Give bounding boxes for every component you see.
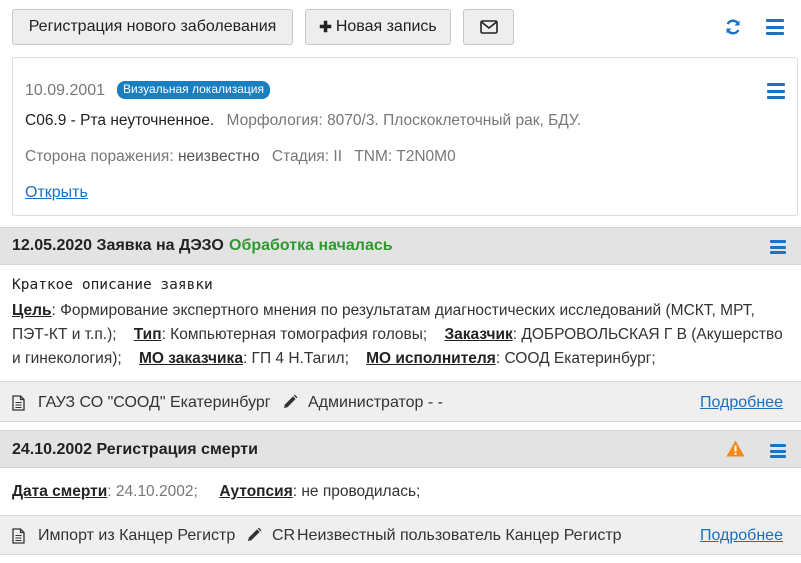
localization-badge: Визуальная локализация (117, 81, 270, 99)
request-summary-heading: Краткое описание заявки (12, 277, 213, 293)
type-value: : Компьютерная томография головы; (161, 326, 428, 343)
pencil-icon (282, 394, 298, 415)
mo-executor-label: МО исполнителя (366, 350, 496, 367)
request-status: Обработка началась (229, 237, 393, 254)
death-details-link[interactable]: Подробнее (700, 527, 783, 545)
request-author: Администратор - - (308, 394, 443, 411)
death-body: Дата смерти: 24.10.2002; Аутопсия: не пр… (0, 468, 801, 516)
mo-customer-label: МО заказчика (138, 350, 243, 367)
type-label: Тип (133, 326, 162, 343)
stage-label: Стадия: (271, 148, 330, 165)
death-details: Дата смерти: 24.10.2002; Аутопсия: не пр… (12, 480, 792, 504)
death-date-label: Дата смерти (12, 483, 108, 500)
diagnosis-date: 10.09.2001 (25, 82, 106, 99)
tnm-label: TNM: (354, 148, 393, 165)
email-button[interactable] (463, 9, 514, 45)
morphology-code: 8070/3. (327, 112, 379, 129)
request-footer: ГАУЗ СО "СООД" Екатеринбург Администрато… (0, 381, 801, 422)
death-menu-icon[interactable] (770, 444, 786, 458)
death-author: Неизвестный пользователь Канцер Регистр (297, 527, 622, 544)
pencil-icon (246, 527, 262, 548)
document-icon (12, 528, 25, 549)
request-org: ГАУЗ СО "СООД" Екатеринбург (38, 394, 271, 411)
staging-line: Сторона поражения: неизвестно Стадия: II… (25, 148, 456, 166)
side-value: неизвестно (177, 148, 260, 165)
goal-label: Цель (12, 302, 52, 319)
request-menu-icon[interactable] (770, 240, 786, 254)
warning-icon (726, 440, 745, 462)
document-icon (12, 395, 25, 416)
request-body: Краткое описание заявки Цель: Формирован… (0, 265, 801, 381)
side-label: Сторона поражения: (25, 148, 174, 165)
autopsy-label: Аутопсия (219, 483, 293, 500)
death-source: Импорт из Канцер Регистр (38, 527, 236, 544)
death-footer: Импорт из Канцер Регистр CR Неизвестный … (0, 515, 801, 555)
request-header: 12.05.2020 Заявка на ДЭЗО Обработка нача… (0, 227, 801, 265)
plus-icon: ✚ (319, 19, 332, 36)
register-disease-button[interactable]: Регистрация нового заболевания (12, 9, 293, 45)
mo-executor-value: : СООД Екатеринбург; (495, 350, 656, 367)
toolbar: Регистрация нового заболевания ✚ Новая з… (0, 0, 801, 52)
death-author-prefix: CR (272, 527, 296, 544)
death-date-value: : 24.10.2002; (107, 483, 198, 500)
bottom-spacer (0, 555, 801, 563)
request-details: Цель: Формирование экспертного мнения по… (12, 299, 792, 371)
diagnosis-code: C06.9 - Рта неуточненное. (25, 112, 215, 129)
stage-value: II (333, 148, 343, 165)
morphology-desc: Плоскоклеточный рак, БДУ. (383, 112, 582, 129)
new-record-label: Новая запись (335, 18, 437, 35)
tnm-value: T2N0M0 (396, 148, 456, 165)
diagnosis-line: C06.9 - Рта неуточненное. Морфология: 80… (25, 112, 581, 130)
death-header: 24.10.2002 Регистрация смерти (0, 430, 801, 468)
morphology-label: Морфология: (226, 112, 323, 129)
request-title: 12.05.2020 Заявка на ДЭЗО (12, 237, 224, 254)
diagnosis-menu-icon[interactable] (767, 83, 785, 99)
refresh-icon[interactable] (723, 17, 743, 37)
toolbar-menu-icon[interactable] (765, 17, 785, 37)
register-disease-label: Регистрация нового заболевания (28, 18, 277, 35)
request-details-link[interactable]: Подробнее (700, 394, 783, 412)
autopsy-value: : не проводилась; (292, 483, 421, 500)
death-title: 24.10.2002 Регистрация смерти (12, 441, 258, 458)
diagnosis-card: 10.09.2001 Визуальная локализация C06.9 … (12, 57, 798, 216)
open-link[interactable]: Открыть (25, 184, 88, 202)
mo-customer-value: : ГП 4 Н.Тагил; (242, 350, 349, 367)
envelope-icon (479, 20, 498, 34)
customer-label: Заказчик (444, 326, 513, 343)
new-record-button[interactable]: ✚ Новая запись (305, 9, 451, 45)
